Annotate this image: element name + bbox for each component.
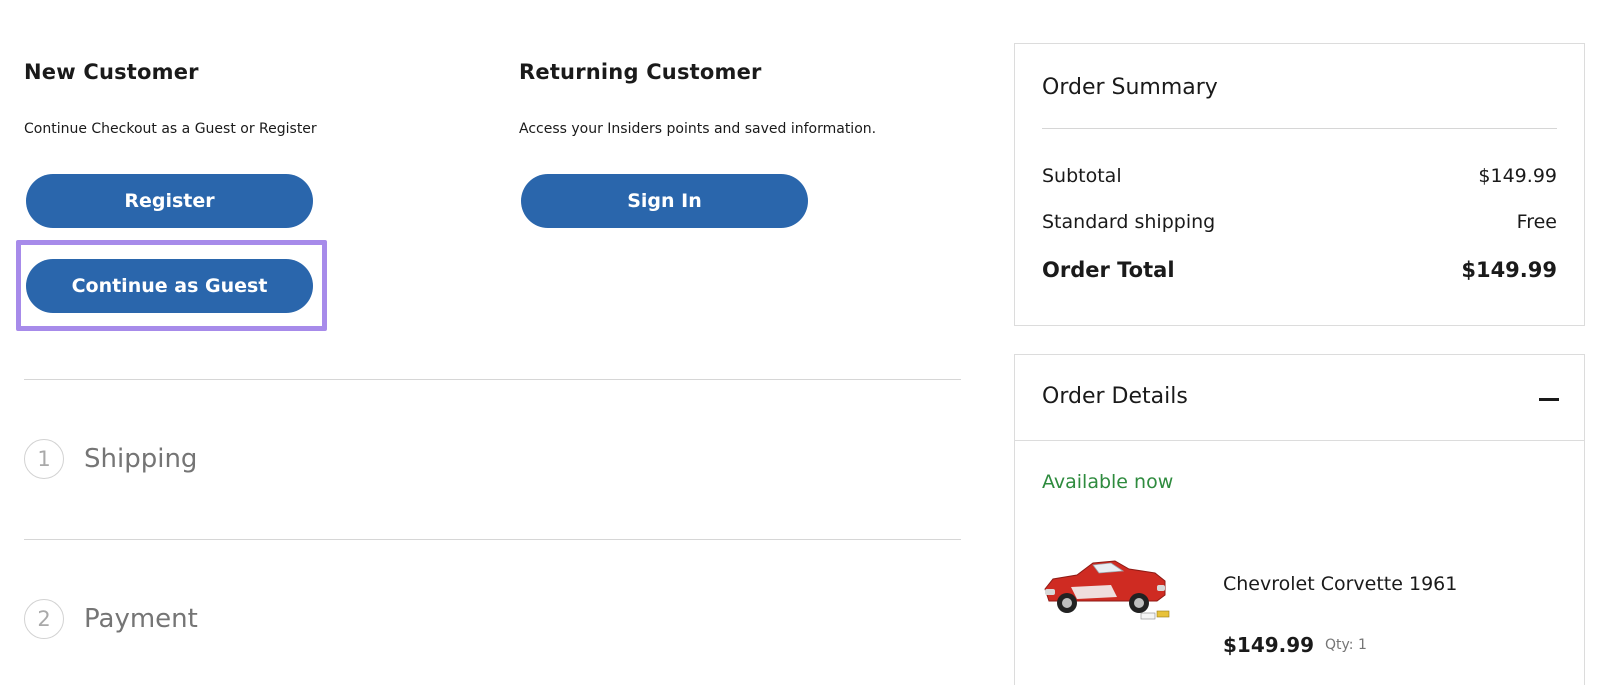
step-payment: 2 Payment bbox=[24, 599, 198, 639]
row-value: $149.99 bbox=[1478, 165, 1557, 187]
row-label: Subtotal bbox=[1042, 165, 1122, 187]
section-divider bbox=[24, 379, 961, 380]
order-total-value: $149.99 bbox=[1461, 258, 1557, 282]
summary-divider bbox=[1042, 128, 1557, 129]
order-details-title: Order Details bbox=[1042, 384, 1188, 409]
new-customer-subtitle: Continue Checkout as a Guest or Register bbox=[24, 121, 317, 137]
product-thumbnail[interactable] bbox=[1041, 545, 1173, 623]
returning-customer-heading: Returning Customer bbox=[519, 60, 762, 84]
availability-status: Available now bbox=[1042, 471, 1174, 493]
step-shipping: 1 Shipping bbox=[24, 439, 197, 479]
row-value: Free bbox=[1516, 211, 1557, 233]
step-label: Shipping bbox=[84, 444, 198, 474]
section-divider bbox=[24, 539, 961, 540]
step-label: Payment bbox=[84, 604, 198, 634]
step-number-badge: 1 bbox=[24, 439, 64, 479]
order-total-label: Order Total bbox=[1042, 258, 1175, 282]
register-button[interactable]: Register bbox=[26, 174, 313, 228]
step-number-badge: 2 bbox=[24, 599, 64, 639]
order-summary-title: Order Summary bbox=[1042, 75, 1218, 100]
order-details-header[interactable]: Order Details bbox=[1015, 355, 1584, 441]
product-price: $149.99 bbox=[1223, 633, 1315, 657]
order-details-panel: Order Details Available now Chevrolet Co… bbox=[1014, 354, 1585, 685]
row-label: Standard shipping bbox=[1042, 211, 1216, 233]
order-summary-panel: Order Summary Subtotal $149.99 Standard … bbox=[1014, 43, 1585, 326]
product-quantity: Qty: 1 bbox=[1325, 637, 1367, 653]
subtotal-row: Subtotal $149.99 bbox=[1042, 165, 1557, 187]
minus-icon[interactable] bbox=[1536, 389, 1562, 409]
product-name[interactable]: Chevrolet Corvette 1961 bbox=[1223, 573, 1457, 595]
sign-in-button[interactable]: Sign In bbox=[521, 174, 808, 228]
returning-customer-subtitle: Access your Insiders points and saved in… bbox=[519, 121, 877, 137]
order-total-row: Order Total $149.99 bbox=[1042, 258, 1557, 282]
new-customer-heading: New Customer bbox=[24, 60, 199, 84]
continue-as-guest-button[interactable]: Continue as Guest bbox=[26, 259, 313, 313]
shipping-row: Standard shipping Free bbox=[1042, 211, 1557, 233]
